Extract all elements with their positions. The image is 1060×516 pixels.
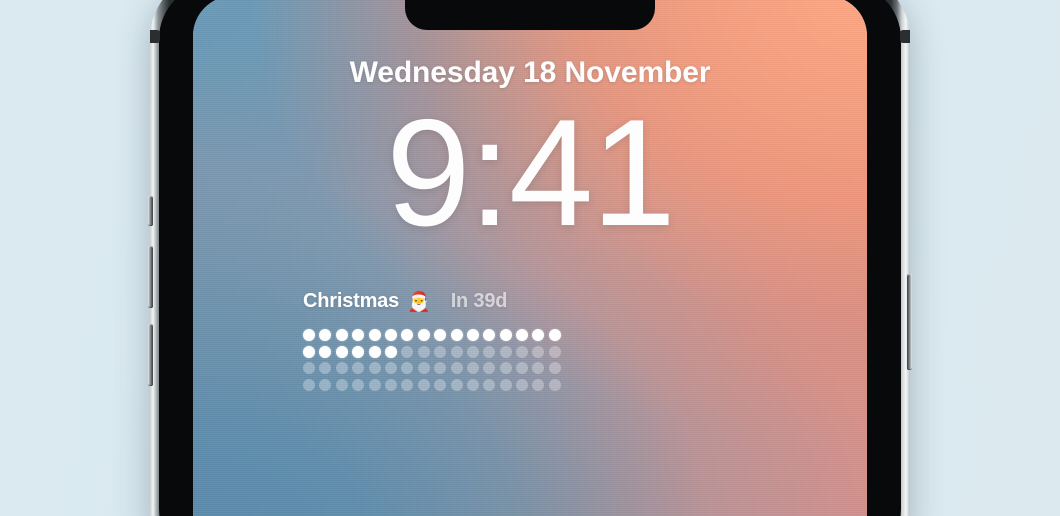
- countdown-dot: [368, 378, 381, 391]
- phone-screen[interactable]: Wednesday 18 November 9:41 Christmas 🎅 I…: [193, 0, 867, 516]
- countdown-dot: [417, 345, 430, 358]
- countdown-dot: [466, 378, 479, 391]
- countdown-dot: [303, 345, 315, 358]
- countdown-dot: [319, 345, 332, 358]
- countdown-dot: [384, 378, 397, 391]
- countdown-dot: [384, 329, 397, 341]
- countdown-dot: [352, 378, 365, 391]
- countdown-widget-title: Christmas: [303, 290, 400, 312]
- countdown-dot: [417, 329, 430, 341]
- countdown-dot: [319, 329, 332, 341]
- countdown-dot: [384, 345, 397, 358]
- antenna-band-left: [150, 30, 160, 43]
- countdown-dot: [417, 378, 430, 391]
- countdown-dot: [499, 345, 512, 358]
- countdown-dot: [434, 345, 447, 358]
- countdown-dot: [434, 378, 447, 391]
- countdown-dot: [368, 345, 381, 358]
- volume-up-button[interactable]: [148, 246, 153, 308]
- countdown-dot-grid: [303, 329, 566, 395]
- volume-down-button[interactable]: [148, 324, 153, 386]
- countdown-widget-header: Christmas 🎅 In 39d: [303, 290, 573, 316]
- countdown-dot: [532, 345, 545, 358]
- mute-switch[interactable]: [148, 196, 153, 226]
- countdown-dot: [352, 329, 365, 341]
- countdown-dot: [450, 329, 463, 341]
- santa-claus-emoji: 🎅: [407, 292, 431, 313]
- countdown-dot: [368, 362, 381, 374]
- countdown-dot: [303, 329, 315, 341]
- countdown-dot: [516, 329, 529, 341]
- countdown-dot: [499, 362, 512, 374]
- countdown-dot: [319, 362, 332, 374]
- countdown-dot: [516, 345, 529, 358]
- countdown-dot: [352, 345, 365, 358]
- countdown-dot: [499, 329, 512, 341]
- countdown-dot: [548, 378, 561, 391]
- antenna-band-right: [900, 30, 910, 43]
- phone-device: Wednesday 18 November 9:41 Christmas 🎅 I…: [148, 0, 912, 516]
- countdown-widget[interactable]: Christmas 🎅 In 39d: [303, 290, 573, 395]
- countdown-dot: [466, 329, 479, 341]
- countdown-dot: [450, 378, 463, 391]
- countdown-dot: [384, 362, 397, 374]
- countdown-dot: [434, 329, 447, 341]
- countdown-dot: [434, 362, 447, 374]
- countdown-dot: [466, 362, 479, 374]
- countdown-dot: [417, 362, 430, 374]
- countdown-dot: [335, 345, 348, 358]
- power-button[interactable]: [907, 274, 912, 370]
- countdown-dot: [319, 378, 332, 391]
- countdown-dot: [532, 378, 545, 391]
- countdown-dot: [532, 329, 545, 341]
- countdown-dot: [450, 362, 463, 374]
- countdown-dot: [450, 345, 463, 358]
- countdown-dot: [548, 362, 561, 374]
- countdown-dot: [401, 329, 414, 341]
- countdown-dot: [516, 362, 529, 374]
- countdown-dot: [548, 329, 561, 341]
- countdown-dot: [516, 378, 529, 391]
- countdown-dot: [483, 329, 496, 341]
- countdown-dot: [532, 362, 545, 374]
- lock-screen-clock: 9:41: [386, 88, 676, 258]
- countdown-dot: [483, 378, 496, 391]
- countdown-dot: [483, 362, 496, 374]
- display-notch: [405, 0, 655, 30]
- countdown-dot: [401, 378, 414, 391]
- countdown-dot: [368, 329, 381, 341]
- countdown-dot: [466, 345, 479, 358]
- lock-screen-content: Wednesday 18 November 9:41 Christmas 🎅 I…: [193, 0, 867, 516]
- countdown-dot: [352, 362, 365, 374]
- countdown-dot: [335, 329, 348, 341]
- countdown-dot: [335, 362, 348, 374]
- countdown-dot: [483, 345, 496, 358]
- countdown-dot: [303, 378, 315, 391]
- countdown-widget-remaining: In 39d: [450, 290, 508, 312]
- countdown-dot: [548, 345, 561, 358]
- countdown-dot: [303, 362, 315, 374]
- countdown-dot: [335, 378, 348, 391]
- countdown-dot: [401, 362, 414, 374]
- screenshot-stage: Wednesday 18 November 9:41 Christmas 🎅 I…: [0, 0, 1060, 516]
- countdown-dot: [401, 345, 414, 358]
- countdown-dot: [499, 378, 512, 391]
